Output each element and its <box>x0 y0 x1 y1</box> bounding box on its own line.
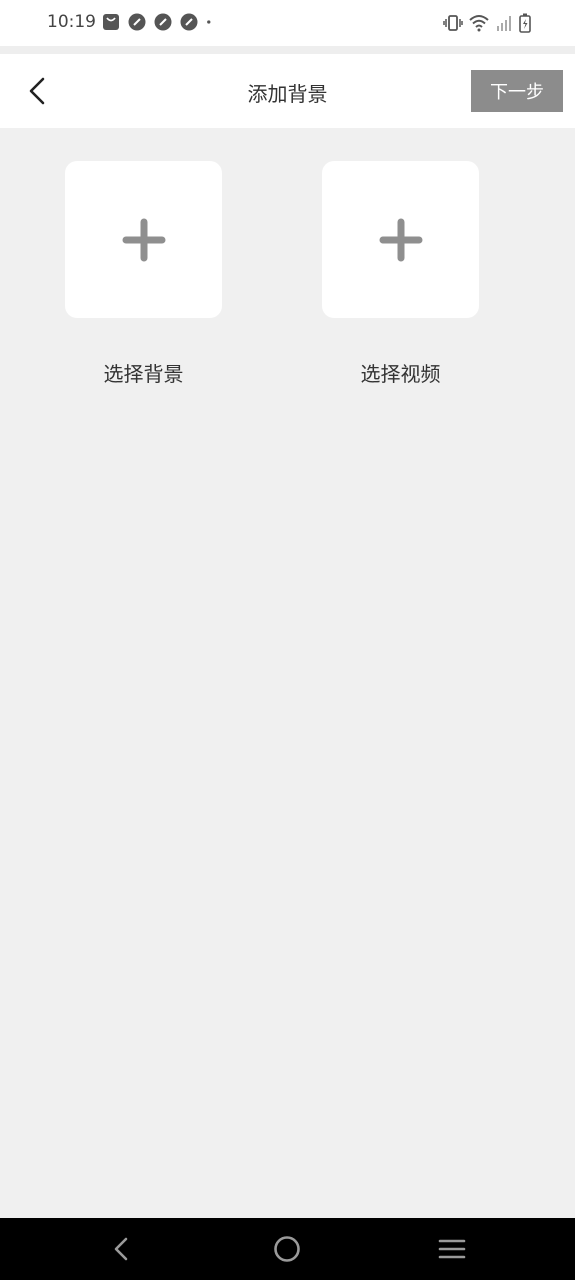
more-dot-icon <box>207 20 211 24</box>
status-time: 10:19 <box>47 12 96 32</box>
select-background-tile[interactable] <box>65 161 222 318</box>
notification-app-icon <box>154 13 172 31</box>
plus-icon <box>122 218 165 261</box>
shopping-bag-icon <box>103 14 119 30</box>
select-video-tile[interactable] <box>322 161 479 318</box>
menu-lines-icon <box>438 1239 466 1259</box>
wifi-icon <box>469 15 489 32</box>
select-video-group: 选择视频 <box>322 161 479 387</box>
nav-home-button[interactable] <box>272 1234 302 1264</box>
app-header: 添加背景 下一步 <box>0 54 575 128</box>
header-divider <box>0 46 575 54</box>
screen: 10:19 添加背景 下一步 选择背景 选择视频 <box>0 0 575 1280</box>
system-nav-bar <box>0 1218 575 1280</box>
back-triangle-icon <box>114 1237 128 1261</box>
status-system-icons <box>443 13 531 33</box>
next-step-button[interactable]: 下一步 <box>471 70 563 112</box>
signal-icon <box>497 16 511 31</box>
select-video-label: 选择视频 <box>360 362 441 386</box>
nav-back-button[interactable] <box>106 1234 136 1264</box>
status-notification-icons <box>102 13 216 31</box>
select-background-group: 选择背景 <box>65 161 222 387</box>
vibrate-icon <box>443 15 463 31</box>
nav-menu-button[interactable] <box>437 1234 467 1264</box>
notification-app-icon <box>180 13 198 31</box>
home-circle-icon <box>274 1236 300 1262</box>
battery-charging-icon <box>519 13 531 33</box>
select-background-label: 选择背景 <box>103 362 184 386</box>
plus-icon <box>379 218 422 261</box>
notification-app-icon <box>128 13 146 31</box>
status-bar: 10:19 <box>0 0 575 46</box>
